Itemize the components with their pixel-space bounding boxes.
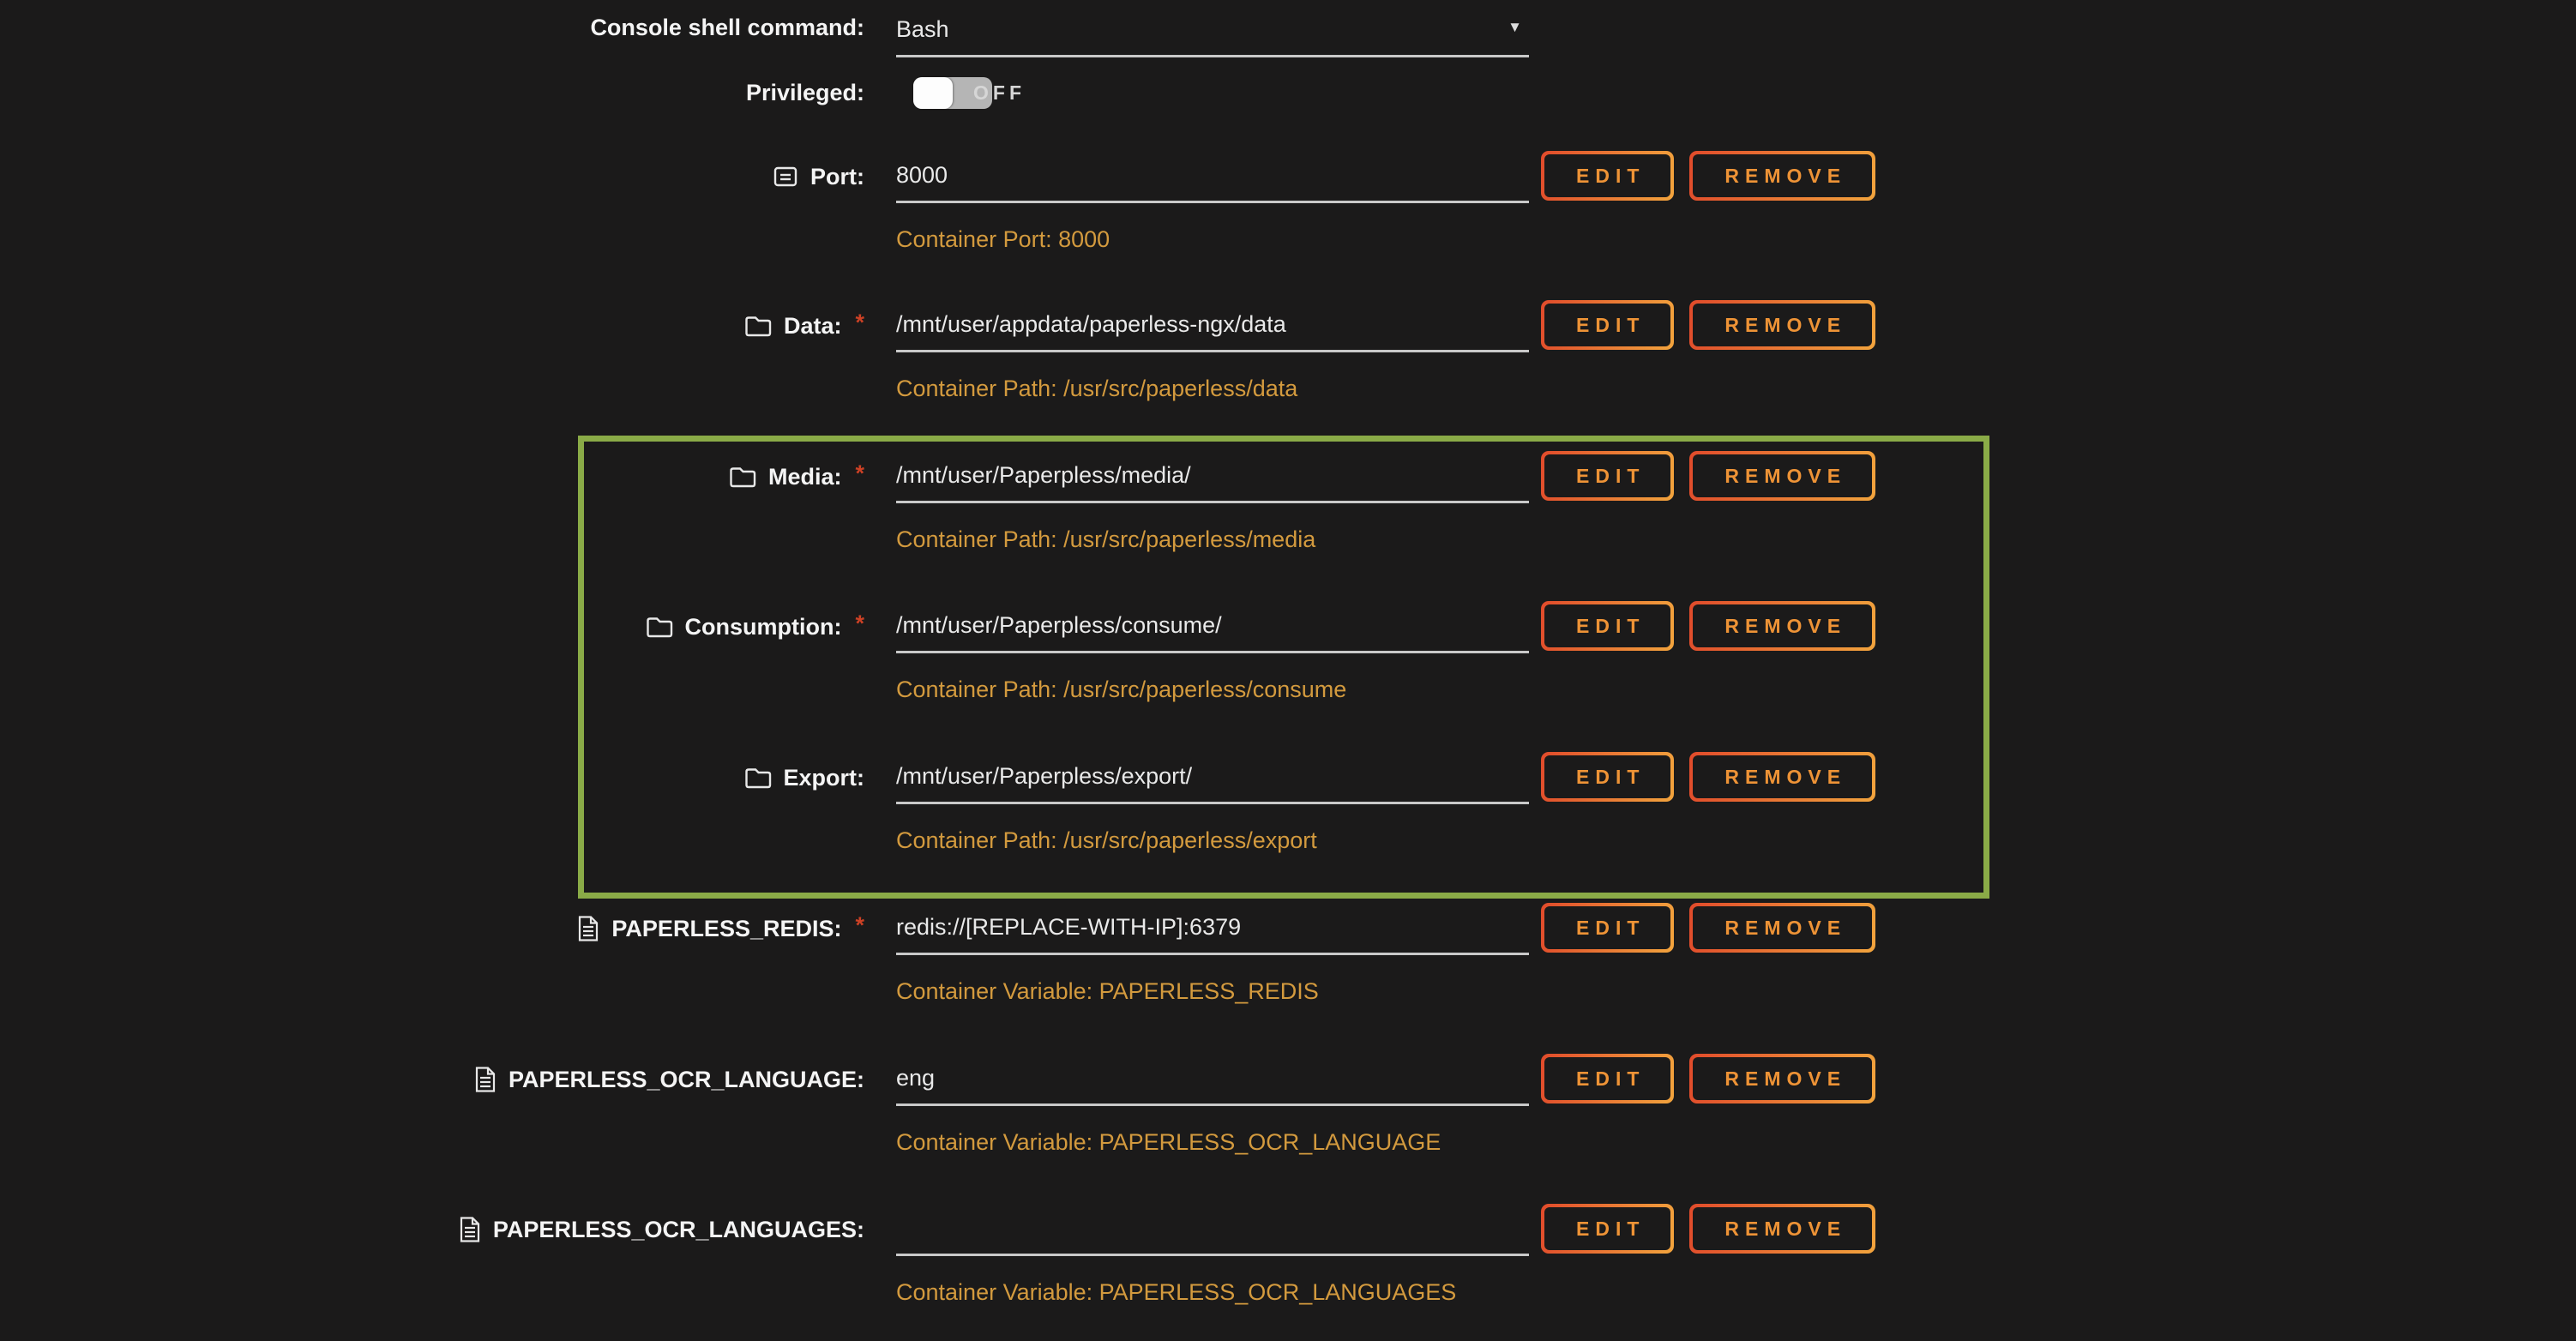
field-input[interactable]: /mnt/user/Paperpless/consume/ <box>896 603 1529 653</box>
field-value: eng <box>896 1065 935 1091</box>
remove-button[interactable]: REMOVE <box>1689 601 1875 651</box>
field-helper-text: Container Path: /usr/src/paperless/media <box>896 526 1315 553</box>
remove-button[interactable]: REMOVE <box>1689 903 1875 953</box>
required-asterisk: * <box>855 610 864 637</box>
field-row-media: Media: * /mnt/user/Paperpless/media/ EDI… <box>0 453 2576 504</box>
chevron-down-icon: ▼ <box>1508 19 1522 36</box>
privileged-row: Privileged: OFF <box>0 75 2576 113</box>
field-input[interactable]: 8000 <box>896 153 1529 203</box>
folder-icon <box>744 766 772 790</box>
field-label: Export: <box>784 765 865 791</box>
variable-icon <box>577 915 599 942</box>
field-row-data: Data: * /mnt/user/appdata/paperless-ngx/… <box>0 302 2576 353</box>
field-row-export: Export: * /mnt/user/Paperpless/export/ E… <box>0 754 2576 805</box>
field-label: Consumption: <box>685 614 842 640</box>
field-label: PAPERLESS_OCR_LANGUAGES: <box>493 1217 864 1243</box>
remove-button[interactable]: REMOVE <box>1689 1054 1875 1103</box>
console-shell-command-row: Console shell command: Bash ▼ <box>0 9 2576 60</box>
field-helper-text: Container Variable: PAPERLESS_OCR_LANGUA… <box>896 1129 1441 1156</box>
field-label: Port: <box>810 164 864 190</box>
edit-button[interactable]: EDIT <box>1541 601 1674 651</box>
privileged-label: Privileged: <box>746 80 864 106</box>
field-helper-text: Container Variable: PAPERLESS_REDIS <box>896 978 1319 1005</box>
required-asterisk: * <box>855 460 864 487</box>
field-row-paperless_ocr_language: PAPERLESS_OCR_LANGUAGE: * eng EDIT REMOV… <box>0 1055 2576 1107</box>
toggle-knob <box>913 77 953 109</box>
field-input[interactable]: /mnt/user/Paperpless/export/ <box>896 754 1529 804</box>
variable-icon <box>474 1066 497 1093</box>
field-value: redis://[REPLACE-WITH-IP]:6379 <box>896 914 1241 940</box>
port-icon <box>773 164 798 189</box>
field-helper-text: Container Path: /usr/src/paperless/data <box>896 376 1297 402</box>
edit-button[interactable]: EDIT <box>1541 300 1674 350</box>
field-value: /mnt/user/Paperpless/consume/ <box>896 612 1222 638</box>
console-shell-command-select[interactable]: Bash ▼ <box>896 10 1529 57</box>
field-row-paperless_redis: PAPERLESS_REDIS: * redis://[REPLACE-WITH… <box>0 905 2576 956</box>
field-value: /mnt/user/Paperpless/media/ <box>896 462 1191 488</box>
remove-button[interactable]: REMOVE <box>1689 752 1875 802</box>
variable-icon <box>459 1216 481 1243</box>
console-shell-command-label: Console shell command: <box>590 15 864 41</box>
field-value: 8000 <box>896 162 948 188</box>
field-helper-text: Container Path: /usr/src/paperless/expor… <box>896 827 1317 854</box>
field-label: PAPERLESS_REDIS: <box>611 916 841 942</box>
folder-icon <box>729 465 756 489</box>
required-asterisk: * <box>855 310 864 336</box>
field-helper-text: Container Path: /usr/src/paperless/consu… <box>896 677 1346 703</box>
required-asterisk: * <box>855 912 864 939</box>
folder-icon <box>744 314 772 338</box>
edit-button[interactable]: EDIT <box>1541 451 1674 501</box>
field-helper-text: Container Variable: PAPERLESS_OCR_LANGUA… <box>896 1279 1456 1306</box>
field-input[interactable]: redis://[REPLACE-WITH-IP]:6379 <box>896 905 1529 955</box>
remove-button[interactable]: REMOVE <box>1689 451 1875 501</box>
field-row-paperless_ocr_languages: PAPERLESS_OCR_LANGUAGES: * EDIT REMOVE C… <box>0 1206 2576 1257</box>
field-input[interactable]: eng <box>896 1055 1529 1106</box>
folder-icon <box>646 615 673 639</box>
edit-button[interactable]: EDIT <box>1541 1204 1674 1254</box>
field-input[interactable]: /mnt/user/Paperpless/media/ <box>896 453 1529 503</box>
console-shell-command-value: Bash <box>896 16 949 42</box>
field-label: Media: <box>768 464 842 490</box>
remove-button[interactable]: REMOVE <box>1689 300 1875 350</box>
edit-button[interactable]: EDIT <box>1541 1054 1674 1103</box>
field-row-port: Port: * 8000 EDIT REMOVE Container Port:… <box>0 153 2576 204</box>
edit-button[interactable]: EDIT <box>1541 752 1674 802</box>
field-label: Data: <box>784 313 842 340</box>
field-value: /mnt/user/appdata/paperless-ngx/data <box>896 311 1286 337</box>
field-helper-text: Container Port: 8000 <box>896 226 1110 253</box>
field-label: PAPERLESS_OCR_LANGUAGE: <box>509 1067 864 1093</box>
field-input[interactable] <box>896 1206 1529 1256</box>
privileged-state: OFF <box>973 75 1026 110</box>
docker-template-settings-page: Console shell command: Bash ▼ Privileged… <box>0 0 2576 1341</box>
edit-button[interactable]: EDIT <box>1541 151 1674 201</box>
field-input[interactable]: /mnt/user/appdata/paperless-ngx/data <box>896 302 1529 352</box>
field-row-consumption: Consumption: * /mnt/user/Paperpless/cons… <box>0 603 2576 654</box>
remove-button[interactable]: REMOVE <box>1689 151 1875 201</box>
remove-button[interactable]: REMOVE <box>1689 1204 1875 1254</box>
field-value: /mnt/user/Paperpless/export/ <box>896 763 1192 789</box>
edit-button[interactable]: EDIT <box>1541 903 1674 953</box>
